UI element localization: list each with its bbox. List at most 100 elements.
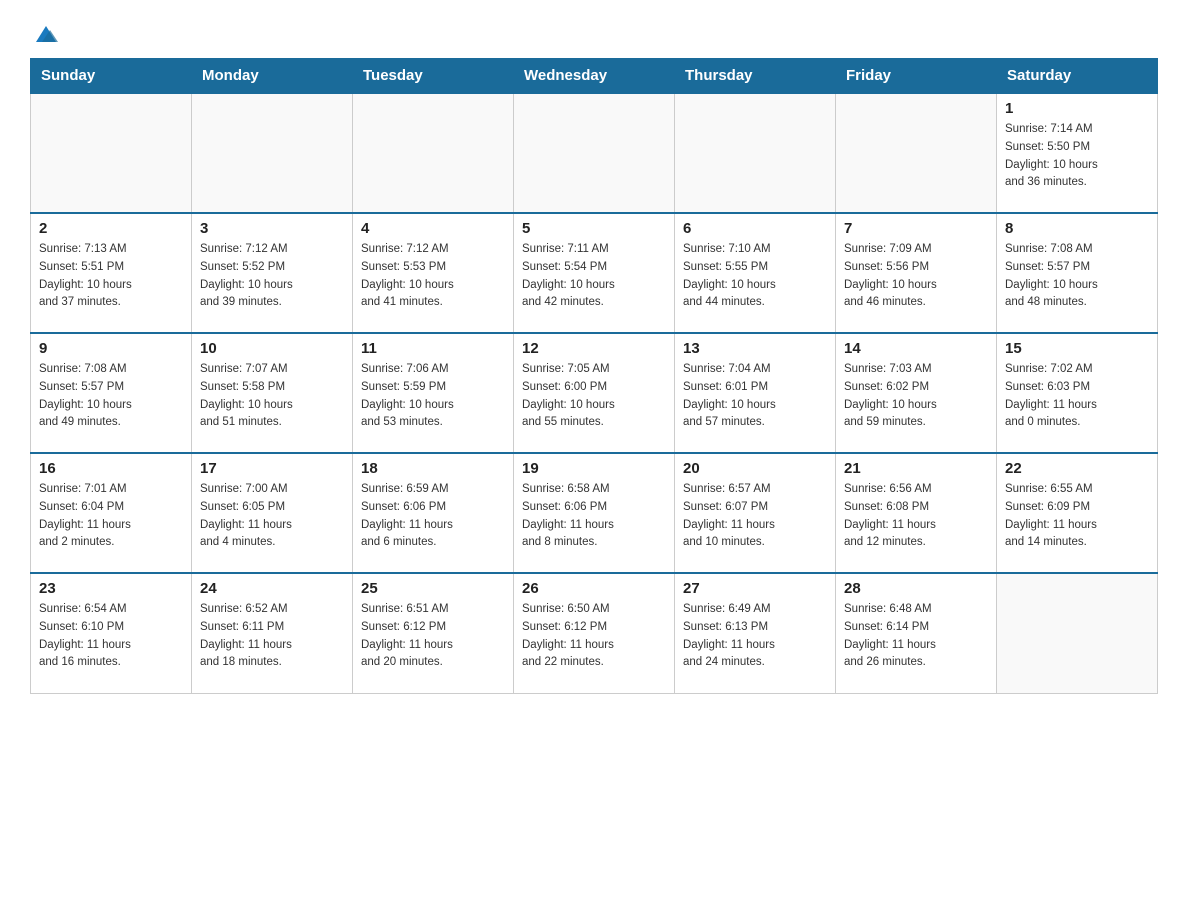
day-info: Sunrise: 6:59 AMSunset: 6:06 PMDaylight:…	[361, 481, 505, 552]
calendar-cell: 21 Sunrise: 6:56 AMSunset: 6:08 PMDayligh…	[836, 453, 997, 573]
calendar-cell: 5Sunrise: 7:11 AMSunset: 5:54 PMDaylight…	[514, 213, 675, 333]
calendar-cell: 13 Sunrise: 7:04 AMSunset: 6:01 PMDayligh…	[675, 333, 836, 453]
calendar-cell: 11 Sunrise: 7:06 AMSunset: 5:59 PMDayligh…	[353, 333, 514, 453]
day-info: Sunrise: 7:07 AMSunset: 5:58 PMDaylight:…	[200, 361, 344, 432]
calendar-cell: 10 Sunrise: 7:07 AMSunset: 5:58 PMDayligh…	[192, 333, 353, 453]
day-number: 3	[200, 220, 344, 237]
day-info: Sunrise: 7:12 AMSunset: 5:52 PMDaylight:…	[200, 241, 344, 312]
day-info: Sunrise: 7:10 AMSunset: 5:55 PMDaylight:…	[683, 241, 827, 312]
day-number: 1	[1005, 100, 1149, 117]
day-number: 18	[361, 460, 505, 477]
day-number: 10	[200, 340, 344, 357]
day-info: Sunrise: 6:48 AMSunset: 6:14 PMDaylight:…	[844, 601, 988, 672]
day-number: 23	[39, 580, 183, 597]
weekday-header-monday: Monday	[192, 59, 353, 94]
day-info: Sunrise: 7:08 AMSunset: 5:57 PMDaylight:…	[1005, 241, 1149, 312]
calendar-cell	[353, 93, 514, 213]
day-info: Sunrise: 7:13 AMSunset: 5:51 PMDaylight:…	[39, 241, 183, 312]
day-info: Sunrise: 6:54 AMSunset: 6:10 PMDaylight:…	[39, 601, 183, 672]
logo-icon	[32, 20, 60, 48]
calendar-cell: 2 Sunrise: 7:13 AMSunset: 5:51 PMDaylight…	[31, 213, 192, 333]
day-info: Sunrise: 7:03 AMSunset: 6:02 PMDaylight:…	[844, 361, 988, 432]
calendar-cell: 15 Sunrise: 7:02 AMSunset: 6:03 PMDayligh…	[997, 333, 1158, 453]
weekday-header-tuesday: Tuesday	[353, 59, 514, 94]
weekday-header-row: SundayMondayTuesdayWednesdayThursdayFrid…	[31, 59, 1158, 94]
calendar-cell: 19 Sunrise: 6:58 AMSunset: 6:06 PMDayligh…	[514, 453, 675, 573]
calendar-table: SundayMondayTuesdayWednesdayThursdayFrid…	[30, 58, 1158, 694]
calendar-week-1: 1 Sunrise: 7:14 AMSunset: 5:50 PMDaylight…	[31, 93, 1158, 213]
day-info: Sunrise: 7:12 AMSunset: 5:53 PMDaylight:…	[361, 241, 505, 312]
calendar-cell	[514, 93, 675, 213]
day-info: Sunrise: 7:14 AMSunset: 5:50 PMDaylight:…	[1005, 121, 1149, 192]
calendar-week-2: 2 Sunrise: 7:13 AMSunset: 5:51 PMDaylight…	[31, 213, 1158, 333]
day-number: 9	[39, 340, 183, 357]
calendar-week-5: 23 Sunrise: 6:54 AMSunset: 6:10 PMDayligh…	[31, 573, 1158, 693]
day-info: Sunrise: 7:02 AMSunset: 6:03 PMDaylight:…	[1005, 361, 1149, 432]
calendar-cell: 14Sunrise: 7:03 AMSunset: 6:02 PMDayligh…	[836, 333, 997, 453]
calendar-cell	[675, 93, 836, 213]
calendar-cell: 9 Sunrise: 7:08 AMSunset: 5:57 PMDaylight…	[31, 333, 192, 453]
day-number: 27	[683, 580, 827, 597]
calendar-cell: 27Sunrise: 6:49 AMSunset: 6:13 PMDayligh…	[675, 573, 836, 693]
calendar-cell: 3 Sunrise: 7:12 AMSunset: 5:52 PMDaylight…	[192, 213, 353, 333]
day-number: 6	[683, 220, 827, 237]
day-number: 19	[522, 460, 666, 477]
day-number: 7	[844, 220, 988, 237]
day-number: 24	[200, 580, 344, 597]
day-info: Sunrise: 7:06 AMSunset: 5:59 PMDaylight:…	[361, 361, 505, 432]
calendar-cell: 23 Sunrise: 6:54 AMSunset: 6:10 PMDayligh…	[31, 573, 192, 693]
day-info: Sunrise: 6:58 AMSunset: 6:06 PMDaylight:…	[522, 481, 666, 552]
day-number: 28	[844, 580, 988, 597]
day-number: 4	[361, 220, 505, 237]
calendar-cell: 7 Sunrise: 7:09 AMSunset: 5:56 PMDaylight…	[836, 213, 997, 333]
day-info: Sunrise: 7:08 AMSunset: 5:57 PMDaylight:…	[39, 361, 183, 432]
calendar-cell: 1 Sunrise: 7:14 AMSunset: 5:50 PMDaylight…	[997, 93, 1158, 213]
calendar-cell: 22 Sunrise: 6:55 AMSunset: 6:09 PMDayligh…	[997, 453, 1158, 573]
day-info: Sunrise: 7:04 AMSunset: 6:01 PMDaylight:…	[683, 361, 827, 432]
day-info: Sunrise: 6:56 AMSunset: 6:08 PMDaylight:…	[844, 481, 988, 552]
day-number: 25	[361, 580, 505, 597]
day-number: 26	[522, 580, 666, 597]
calendar-cell	[836, 93, 997, 213]
day-info: Sunrise: 7:01 AMSunset: 6:04 PMDaylight:…	[39, 481, 183, 552]
calendar-cell: 17 Sunrise: 7:00 AMSunset: 6:05 PMDayligh…	[192, 453, 353, 573]
day-number: 20	[683, 460, 827, 477]
day-info: Sunrise: 6:52 AMSunset: 6:11 PMDaylight:…	[200, 601, 344, 672]
calendar-cell: 24 Sunrise: 6:52 AMSunset: 6:11 PMDayligh…	[192, 573, 353, 693]
day-number: 12	[522, 340, 666, 357]
day-info: Sunrise: 7:09 AMSunset: 5:56 PMDaylight:…	[844, 241, 988, 312]
weekday-header-sunday: Sunday	[31, 59, 192, 94]
day-number: 21	[844, 460, 988, 477]
weekday-header-saturday: Saturday	[997, 59, 1158, 94]
weekday-header-wednesday: Wednesday	[514, 59, 675, 94]
day-number: 16	[39, 460, 183, 477]
day-info: Sunrise: 6:55 AMSunset: 6:09 PMDaylight:…	[1005, 481, 1149, 552]
day-number: 13	[683, 340, 827, 357]
day-number: 2	[39, 220, 183, 237]
day-info: Sunrise: 7:00 AMSunset: 6:05 PMDaylight:…	[200, 481, 344, 552]
weekday-header-thursday: Thursday	[675, 59, 836, 94]
calendar-cell: 20 Sunrise: 6:57 AMSunset: 6:07 PMDayligh…	[675, 453, 836, 573]
calendar-cell	[192, 93, 353, 213]
day-number: 11	[361, 340, 505, 357]
calendar-cell: 18 Sunrise: 6:59 AMSunset: 6:06 PMDayligh…	[353, 453, 514, 573]
day-info: Sunrise: 6:50 AMSunset: 6:12 PMDaylight:…	[522, 601, 666, 672]
page-header	[30, 20, 1158, 48]
day-info: Sunrise: 6:51 AMSunset: 6:12 PMDaylight:…	[361, 601, 505, 672]
day-number: 17	[200, 460, 344, 477]
calendar-cell: 16 Sunrise: 7:01 AMSunset: 6:04 PMDayligh…	[31, 453, 192, 573]
day-number: 8	[1005, 220, 1149, 237]
calendar-cell: 28 Sunrise: 6:48 AMSunset: 6:14 PMDayligh…	[836, 573, 997, 693]
calendar-cell: 6 Sunrise: 7:10 AMSunset: 5:55 PMDaylight…	[675, 213, 836, 333]
calendar-cell	[31, 93, 192, 213]
calendar-week-3: 9 Sunrise: 7:08 AMSunset: 5:57 PMDaylight…	[31, 333, 1158, 453]
day-number: 5	[522, 220, 666, 237]
logo	[30, 20, 60, 48]
calendar-week-4: 16 Sunrise: 7:01 AMSunset: 6:04 PMDayligh…	[31, 453, 1158, 573]
day-number: 15	[1005, 340, 1149, 357]
calendar-cell: 12Sunrise: 7:05 AMSunset: 6:00 PMDayligh…	[514, 333, 675, 453]
calendar-cell: 4 Sunrise: 7:12 AMSunset: 5:53 PMDaylight…	[353, 213, 514, 333]
calendar-cell: 26 Sunrise: 6:50 AMSunset: 6:12 PMDayligh…	[514, 573, 675, 693]
day-number: 22	[1005, 460, 1149, 477]
day-info: Sunrise: 6:57 AMSunset: 6:07 PMDaylight:…	[683, 481, 827, 552]
